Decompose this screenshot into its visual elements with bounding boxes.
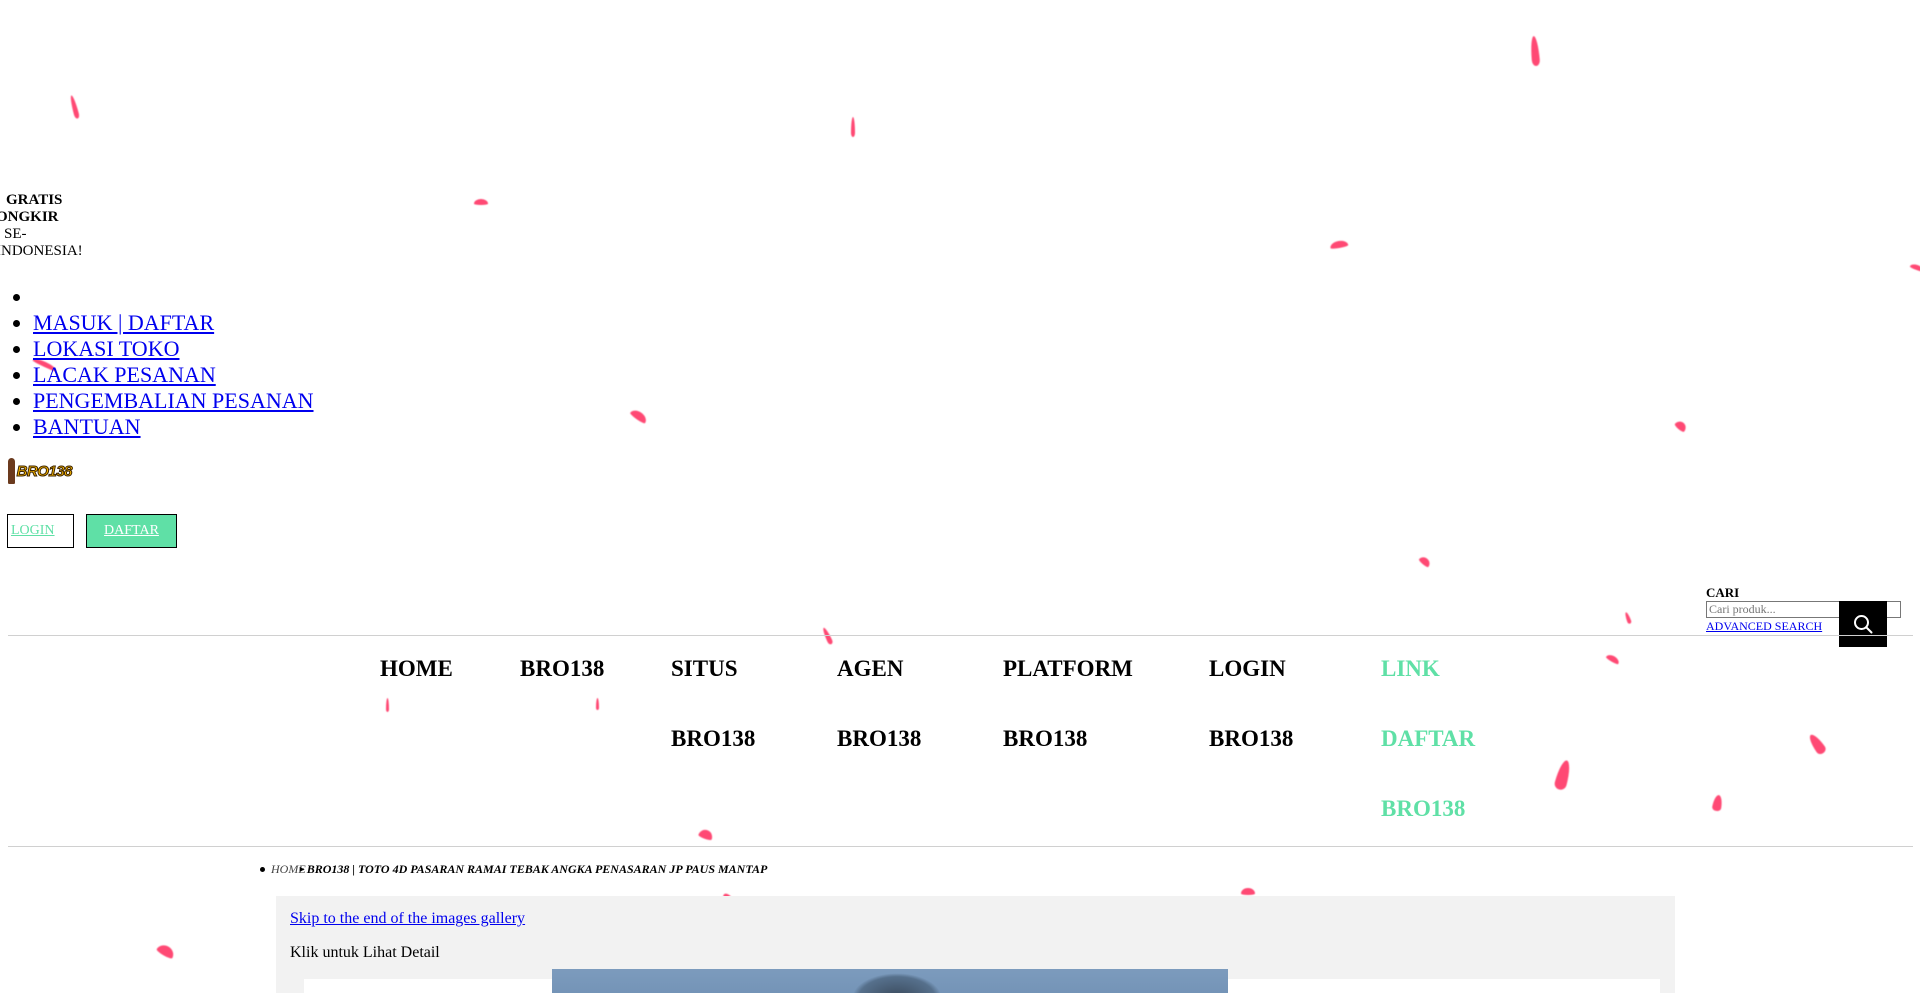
breadcrumb: HOME ▸ BRO138 | TOTO 4D PASARAN RAMAI TE… [260,862,767,877]
nav-agen-line1: AGEN [837,656,904,681]
top-nav-list: MASUK | DAFTAR LOKASI TOKO LACAK PESANAN… [0,284,314,440]
nav-link-line1: LINK [1381,656,1440,681]
skip-gallery-link[interactable]: Skip to the end of the images gallery [290,910,525,928]
nav-link-line3: BRO138 [1381,796,1466,821]
promo-line: GRATIS [6,192,63,208]
nav-divider-bottom [8,846,1913,847]
nav-login-line2: BRO138 [1209,726,1294,751]
search-icon [1854,615,1873,634]
breadcrumb-separator-icon: ▸ [299,864,305,875]
nav-home[interactable]: HOME [380,634,453,704]
daftar-button[interactable]: DAFTAR [86,514,177,548]
site-logo[interactable]: BRO138 [8,456,73,486]
top-nav-item: PENGEMBALIAN PESANAN [33,388,314,414]
top-nav-item: BANTUAN [33,414,314,440]
top-nav-item: LOKASI TOKO [33,336,314,362]
lacak-pesanan-link[interactable]: LACAK PESANAN [33,362,216,387]
nav-agen-line2: BRO138 [837,726,922,751]
nav-bro138[interactable]: BRO138 [520,634,604,704]
lokasi-toko-link[interactable]: LOKASI TOKO [33,336,179,361]
gallery-main-image[interactable] [552,969,1228,993]
nav-link-line2: DAFTAR [1381,726,1476,751]
breadcrumb-bullet [260,867,265,872]
logo-text: BRO138 [16,462,73,480]
nav-divider-top [8,635,1913,636]
promo-banner: GRATIS ONGKIR SE- INDONESIA! [0,192,95,260]
logo-mascot-icon [8,458,15,484]
login-button[interactable]: LOGIN [7,514,74,548]
nav-platform-line1: PLATFORM [1003,656,1133,681]
nav-platform-line2: BRO138 [1003,726,1088,751]
promo-line: INDONESIA! [0,243,83,259]
top-nav-item: MASUK | DAFTAR [33,310,314,336]
nav-situs-line1: SITUS [671,656,738,681]
gallery-hint: Klik untuk Lihat Detail [290,944,440,961]
bantuan-link[interactable]: BANTUAN [33,414,141,439]
photo-subject [852,973,942,993]
promo-line: SE- [4,226,27,242]
login-link[interactable]: LOGIN [11,523,55,539]
masuk-daftar-link[interactable]: MASUK | DAFTAR [33,310,214,335]
promo-line: ONGKIR [0,209,59,225]
product-gallery: Skip to the end of the images gallery Kl… [276,896,1675,993]
pengembalian-pesanan-link[interactable]: PENGEMBALIAN PESANAN [33,388,314,413]
nav-login-line1: LOGIN [1209,656,1286,681]
daftar-link[interactable]: DAFTAR [104,523,159,539]
breadcrumb-current: BRO138 | TOTO 4D PASARAN RAMAI TEBAK ANG… [306,862,768,876]
search-button[interactable] [1839,601,1887,647]
top-nav-item: LACAK PESANAN [33,362,314,388]
search-label: CARI [1706,585,1740,600]
top-nav-empty-item [33,284,314,310]
nav-situs-line2: BRO138 [671,726,756,751]
